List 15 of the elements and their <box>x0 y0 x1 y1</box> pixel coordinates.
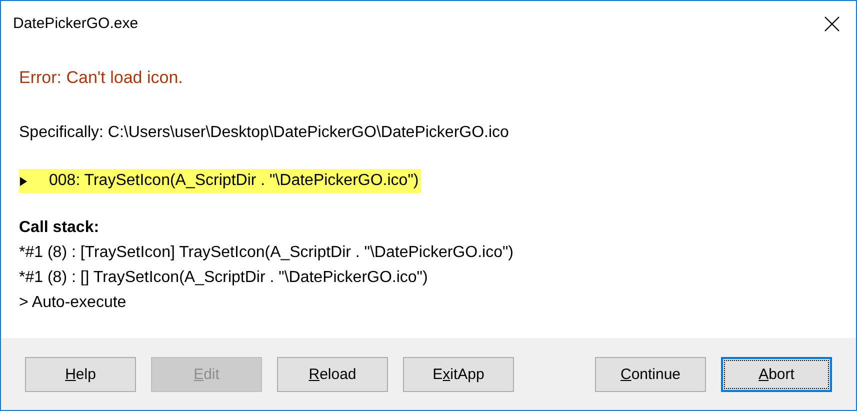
dialog-button[interactable]: ExitApp <box>403 356 514 392</box>
call-stack-line: *#1 (8) : [] TraySetIcon(A_ScriptDir . "\DatePickerGO.ico") <box>19 268 429 288</box>
file-path-text: Specifically: C:\Users\user\Desktop\DatePickerGO\DatePickerGO.ico <box>19 123 510 143</box>
window-title: DatePickerGO.exe <box>13 15 138 32</box>
code-line: 008: TraySetIcon(A_ScriptDir . "\DatePickerGO.ico") <box>49 172 420 190</box>
close-icon[interactable] <box>824 16 840 32</box>
call-stack-heading: Call stack: <box>19 218 100 238</box>
error-message: Error: Can't load icon. <box>19 68 184 88</box>
call-stack-line: *#1 (8) : [TraySetIcon] TraySetIcon(A_ScriptDir . "\DatePickerGO.ico") <box>19 243 514 263</box>
dialog-button[interactable]: Continue <box>595 356 706 392</box>
dialog-button[interactable]: Reload <box>277 356 388 392</box>
pointer-icon <box>20 176 27 186</box>
dialog-button[interactable]: Abort <box>721 356 832 392</box>
dialog-button[interactable]: Help <box>25 356 136 392</box>
call-stack-line: > Auto-execute <box>19 293 128 313</box>
